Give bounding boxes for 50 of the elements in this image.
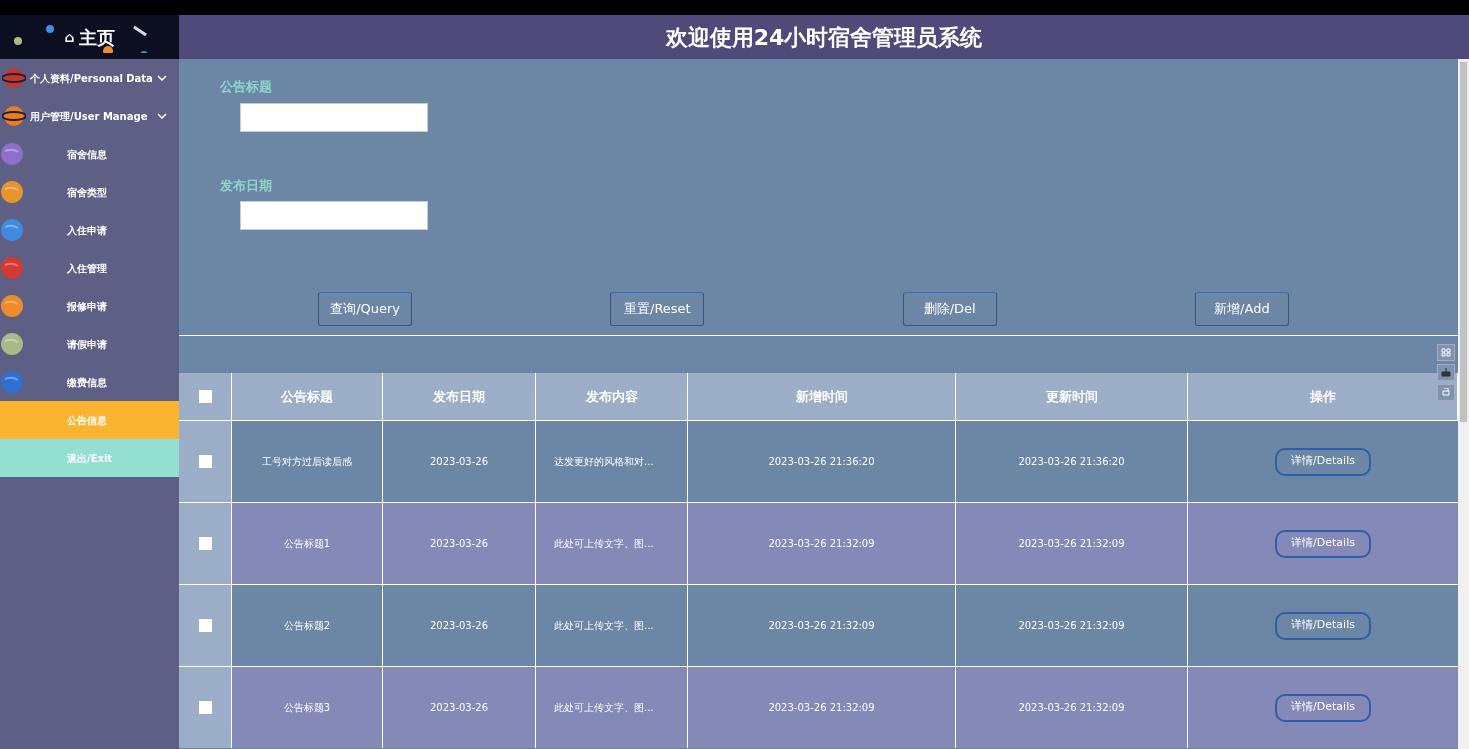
table-cell: 公告标题3 [232, 667, 383, 748]
checkbox[interactable] [198, 390, 212, 403]
sidebar-item[interactable]: 报修申请 [0, 287, 179, 325]
action-button[interactable]: 删除/Del [902, 292, 997, 326]
table-cell: 2023-03-26 [383, 667, 536, 748]
sidebar-item[interactable]: 请假申请 [0, 325, 179, 363]
sidebar-item[interactable]: 缴费信息 [0, 363, 179, 401]
table-cell: 此处可上传文字、图... [536, 667, 688, 748]
details-button[interactable]: 详情/Details [1275, 611, 1371, 640]
sidebar-item[interactable]: 宿舍类型 [0, 173, 179, 211]
planet-icon [2, 66, 26, 90]
planet-icon [2, 104, 26, 128]
details-button[interactable]: 详情/Details [1275, 529, 1371, 558]
table-cell: 2023-03-26 21:32:09 [688, 667, 956, 748]
table-cell: 2023-03-26 21:32:09 [956, 667, 1188, 748]
details-button[interactable]: 详情/Details [1275, 447, 1371, 476]
sidebar-item[interactable]: 入住管理 [0, 249, 179, 287]
action-button[interactable]: 重置/Reset [610, 292, 705, 326]
planet-icon [0, 294, 24, 318]
planet-icon [0, 256, 24, 280]
sidebar-item[interactable]: 入住申请 [0, 211, 179, 249]
field-label: 发布日期 [220, 176, 273, 195]
scrollbar[interactable] [1458, 59, 1469, 749]
sidebar-item[interactable]: 宿舍信息 [0, 135, 179, 173]
sidebar-item[interactable]: 用户管理/User Manage [0, 97, 179, 135]
checkbox[interactable] [198, 537, 212, 550]
input-field[interactable] [240, 201, 428, 230]
checkbox[interactable] [198, 455, 212, 468]
action-button[interactable]: 新增/Add [1194, 292, 1289, 326]
page-title: 欢迎使用24小时宿舍管理员系统 [665, 23, 983, 52]
chevron-down-icon [157, 75, 167, 81]
sidebar-item[interactable]: 个人资料/Personal Data [0, 59, 179, 97]
planet-icon [0, 180, 24, 204]
home-link[interactable]: ⌂ 主页 [64, 23, 115, 51]
export-button[interactable] [1437, 364, 1455, 381]
grid-button[interactable] [1437, 344, 1455, 361]
export-icon [1441, 368, 1451, 377]
field-label: 公告标题 [220, 78, 273, 96]
planet-icon [0, 142, 24, 166]
planet-icon [0, 332, 24, 356]
checkbox[interactable] [198, 619, 212, 632]
details-button[interactable]: 详情/Details [1275, 693, 1371, 722]
planet-icon [0, 370, 24, 394]
print-icon [1441, 388, 1451, 397]
action-button[interactable]: 查询/Query [318, 292, 413, 326]
grid-icon [1441, 348, 1451, 357]
input-field[interactable] [240, 102, 428, 132]
chevron-down-icon [157, 113, 167, 119]
planet-icon [0, 218, 24, 242]
checkbox[interactable] [198, 701, 212, 714]
